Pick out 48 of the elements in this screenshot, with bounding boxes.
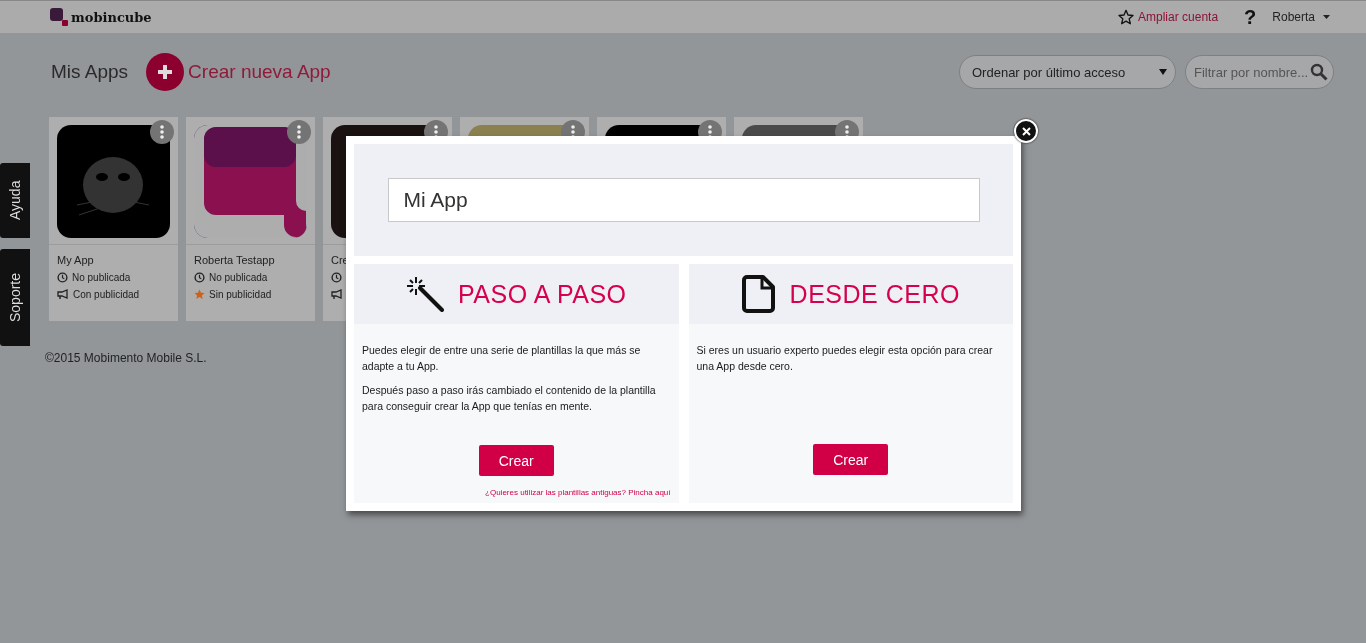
caret-icon bbox=[1323, 15, 1330, 19]
option-description: Después paso a paso irás cambiado el contenido de la plantilla para conseguir crear la App que tenías en mente. bbox=[362, 383, 657, 414]
more-button[interactable] bbox=[287, 120, 311, 144]
page-title: Mis Apps bbox=[51, 61, 129, 83]
clock-icon bbox=[194, 272, 205, 283]
app-name: Roberta Testapp bbox=[194, 254, 276, 266]
caret-icon bbox=[1159, 69, 1167, 75]
publicity-text: Con publicidad bbox=[73, 289, 140, 300]
option-description: Si eres un usuario experto puedes elegir esta opción para crear una App desde cero. bbox=[696, 343, 994, 374]
option-title: PASO A PASO bbox=[457, 279, 627, 309]
sort-select[interactable]: Ordenar por último acceso bbox=[959, 55, 1176, 89]
search-icon bbox=[1310, 63, 1328, 81]
document-icon bbox=[741, 275, 776, 313]
old-templates-link[interactable]: ¿Quieres utilizar las plantillas antiguas? Pincha aquí bbox=[485, 488, 671, 497]
status-text: No publicada bbox=[72, 272, 131, 283]
create-button[interactable]: Crear bbox=[478, 445, 554, 476]
megaphone-icon bbox=[331, 289, 343, 300]
more-icon bbox=[297, 125, 301, 139]
filter-field[interactable]: Filtrar por nombre... bbox=[1185, 55, 1334, 89]
app-card[interactable]: My App No publicada Con publicidad bbox=[49, 117, 178, 321]
magic-wand-icon bbox=[405, 276, 444, 312]
user-menu[interactable]: Roberta bbox=[1272, 10, 1330, 24]
status-text: No publicada bbox=[209, 272, 268, 283]
megaphone-icon bbox=[57, 289, 69, 300]
clock-icon bbox=[331, 272, 342, 283]
publicity-text: Sin publicidad bbox=[209, 289, 272, 300]
upgrade-link[interactable]: Ampliar cuenta bbox=[1118, 9, 1219, 25]
close-icon bbox=[1021, 126, 1031, 136]
side-tab[interactable]: Ayuda bbox=[0, 163, 30, 238]
app-name-field[interactable]: Mi App bbox=[387, 178, 980, 222]
app-card[interactable]: Roberta Testapp No publicada Sin publicidad bbox=[186, 117, 315, 321]
more-button[interactable] bbox=[150, 120, 174, 144]
plus-icon bbox=[146, 53, 185, 91]
logo-icon bbox=[50, 8, 68, 26]
side-tab[interactable]: Soporte bbox=[0, 249, 30, 346]
option-description: Puedes elegir de entre una serie de plantillas la que más se adapte a tu App. bbox=[362, 343, 642, 374]
close-button[interactable] bbox=[1014, 119, 1038, 143]
create-button[interactable]: Crear bbox=[813, 444, 889, 475]
star-icon bbox=[194, 289, 205, 300]
logo[interactable]: mobincube bbox=[50, 8, 152, 26]
help-icon[interactable]: ? bbox=[1244, 5, 1257, 29]
more-icon bbox=[160, 125, 164, 139]
star-icon bbox=[1118, 9, 1135, 25]
option-title: DESDE CERO bbox=[789, 279, 960, 309]
clock-icon bbox=[57, 272, 68, 283]
app-name: My App bbox=[57, 254, 95, 266]
logo-text: mobincube bbox=[71, 9, 152, 25]
copyright: ©2015 Mobimento Mobile S.L. bbox=[45, 351, 207, 365]
